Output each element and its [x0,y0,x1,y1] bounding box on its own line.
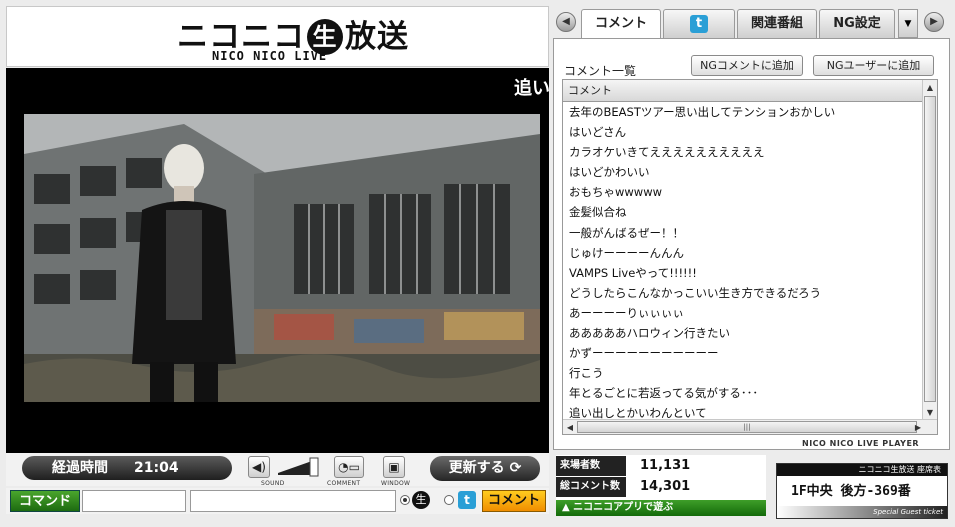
window-icon[interactable]: ▣ [383,456,405,478]
add-ng-user-button[interactable]: NGユーザーに追加 [813,55,934,76]
visitor-count-row: 来場者数 11,131 [556,456,766,476]
ticket-seat: 1F中央 後方-369番 [791,484,911,499]
comment-panel: コメント一覧 NGコメントに追加 NGユーザーに追加 コメント 去年のBEAST… [553,38,950,450]
ticket-footer: Special Guest ticket [777,506,947,518]
comment-row[interactable]: カラオケいきてええええええええええ [563,142,923,162]
nico-live-player: ニコニコ生放送 NICO NICO LIVE 追い 経過時間 21:04 ◀) … [0,0,955,527]
window-caption: WINDOW [381,480,411,487]
add-ng-comment-button[interactable]: NGコメントに追加 [691,55,803,76]
twitter-post-radio[interactable] [444,495,454,505]
twitter-icon: t [690,15,708,33]
tab-comment[interactable]: コメント [581,9,661,38]
panel-tab-bar: ◀ コメント t 関連番組 NG設定 ▼ ▶ [553,6,950,38]
tab-related[interactable]: 関連番組 [737,9,817,38]
player-brand: NICO NICO LIVE PLAYER [802,439,920,448]
chevron-right-icon[interactable]: ▶ [924,12,944,32]
broadcast-stats: 来場者数 11,131 総コメント数 14,301 ▲ ニコニコアプリで遊ぶ [556,455,766,516]
arrow-up-icon: ▲ [562,502,574,513]
tab-ng-settings[interactable]: NG設定 [819,9,895,38]
video-player[interactable]: 追い [6,68,549,453]
horizontal-scrollbar[interactable]: ◀ ||| ▶ [563,419,937,434]
comment-row[interactable]: 去年のBEASTツアー思い出してテンションおかしい [563,102,923,122]
comment-row[interactable]: 金髪似合ね [563,202,923,222]
comments-label: 総コメント数 [556,477,626,497]
scroll-up-icon[interactable]: ▲ [923,80,937,95]
logo-subtitle: NICO NICO LIVE [212,49,328,63]
control-bar: 経過時間 21:04 ◀) SOUND ◔▭ COMMENT ▣ WINDOW 更… [6,453,549,487]
vertical-scroll-thumb[interactable] [924,96,936,402]
nico-app-banner[interactable]: ▲ ニコニコアプリで遊ぶ [556,500,766,516]
ticket-header: ニコニコ生放送 座席表 [777,464,947,476]
refresh-button[interactable]: 更新する ⟳ [430,456,540,481]
twitter-icon: t [458,491,476,509]
scroll-left-icon[interactable]: ◀ [563,420,577,434]
command-button[interactable]: コマンド [10,490,80,512]
logo-text-right: 放送 [345,19,409,55]
comment-list-title: コメント一覧 [564,64,637,78]
speaker-icon[interactable]: ◀) [248,456,270,478]
column-header-comment[interactable]: コメント [563,80,923,102]
refresh-label: 更新する [448,460,505,476]
command-input[interactable] [82,490,186,512]
comment-row[interactable]: 一般がんばるぜー！！ [563,223,923,243]
elapsed-value: 21:04 [134,460,179,476]
comment-row[interactable]: はいどさん [563,122,923,142]
comment-row[interactable]: どうしたらこんなかっこいい生き方できるだろう [563,283,923,303]
refresh-icon: ⟳ [509,460,522,476]
comments-value: 14,301 [640,479,691,494]
chevron-left-icon[interactable]: ◀ [556,12,576,32]
nama-post-radio[interactable] [400,495,410,505]
scroll-down-icon[interactable]: ▼ [923,405,937,420]
comment-input-row: コマンド 生 t コメント [6,488,549,514]
comment-row[interactable]: 年とるごとに若返ってる気がする･･･ [563,383,923,403]
elapsed-time-display: 経過時間 21:04 [22,456,232,480]
visitors-value: 11,131 [640,458,691,473]
comment-toggle-icon[interactable]: ◔▭ [334,456,364,478]
logo-area: ニコニコ生放送 NICO NICO LIVE [6,6,549,67]
comment-input[interactable] [190,490,396,512]
scroll-right-icon[interactable]: ▶ [911,420,925,434]
video-frame [24,114,540,402]
comment-row[interactable]: はいどかわいい [563,162,923,182]
tab-twitter[interactable]: t [663,9,735,38]
chevron-down-icon[interactable]: ▼ [898,9,918,38]
comment-list[interactable]: コメント 去年のBEASTツアー思い出してテンションおかしい はいどさん カラオ… [562,79,938,435]
comment-row[interactable]: じゅけーーーーんんん [563,243,923,263]
volume-slider[interactable] [278,457,320,477]
comment-row[interactable]: かずーーーーーーーーーーー [563,343,923,363]
comment-row[interactable]: あーーーーりぃぃぃぃ [563,303,923,323]
horizontal-scroll-thumb[interactable]: ||| [577,421,917,433]
elapsed-label: 経過時間 [52,460,108,476]
app-banner-label: ニコニコアプリで遊ぶ [573,502,674,513]
comment-row[interactable]: VAMPS Liveやって!!!!!! [563,263,923,283]
comment-submit-button[interactable]: コメント [482,490,546,512]
vertical-scrollbar[interactable]: ▲ ▼ [922,80,937,420]
seat-ticket: ニコニコ生放送 座席表 1F中央 後方-369番 Special Guest t… [776,463,948,519]
video-scene [24,114,540,402]
comment-caption: COMMENT [327,480,361,487]
sound-caption: SOUND [261,480,285,487]
comment-count-row: 総コメント数 14,301 [556,477,766,497]
nama-icon: 生 [412,491,430,509]
comment-row[interactable]: あああああハロウィン行きたい [563,323,923,343]
comment-row[interactable]: おもちゃwwwww [563,182,923,202]
visitors-label: 来場者数 [556,456,626,476]
comment-rows: 去年のBEASTツアー思い出してテンションおかしい はいどさん カラオケいきてえ… [563,102,923,424]
comment-row[interactable]: 行こう [563,363,923,383]
flowing-comment: 追い [514,78,549,99]
